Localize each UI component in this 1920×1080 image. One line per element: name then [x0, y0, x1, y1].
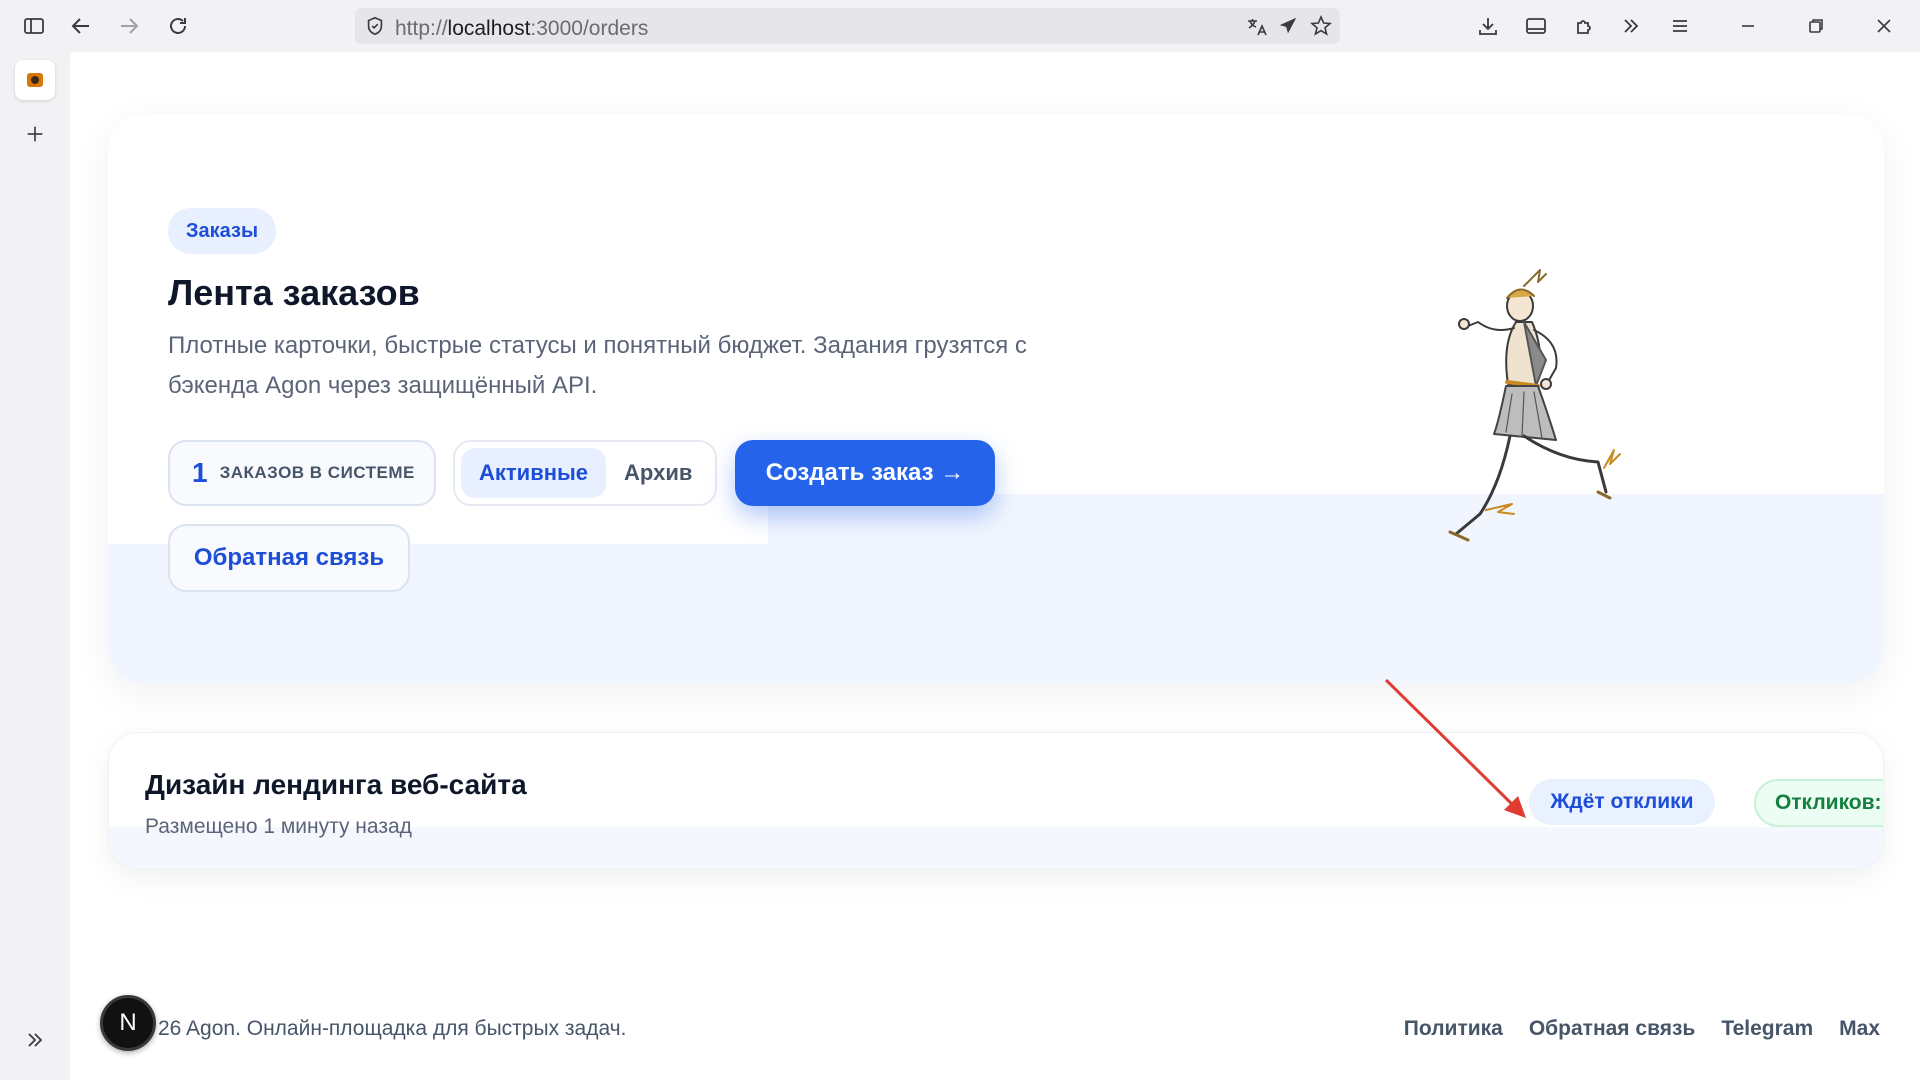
url-text[interactable]: http://localhost:3000/orders — [395, 17, 648, 41]
tab-active[interactable]: Активные — [461, 448, 607, 498]
translate-icon[interactable] — [1245, 15, 1269, 44]
orders-count: 1 — [192, 457, 208, 488]
active-tab-favicon[interactable] — [15, 60, 55, 100]
star-icon[interactable] — [1309, 14, 1333, 43]
order-card[interactable]: Дизайн лендинга веб-сайта Размещено 1 ми… — [108, 732, 1884, 870]
order-title[interactable]: Дизайн лендинга веб-сайта — [145, 769, 527, 801]
shield-icon[interactable] — [364, 15, 386, 42]
reader-view-icon[interactable] — [1520, 10, 1552, 42]
footer-link-policy[interactable]: Политика — [1404, 1017, 1503, 1041]
url-host: localhost — [447, 17, 531, 40]
page-subtitle: Плотные карточки, быстрые статусы и поня… — [168, 332, 1027, 399]
new-tab-plus-icon[interactable] — [19, 118, 51, 150]
feedback-button[interactable]: Обратная связь — [168, 524, 410, 592]
send-icon[interactable] — [1277, 15, 1299, 42]
order-posted-time: Размещено 1 минуту назад — [145, 815, 412, 838]
orders-filter-tabs: Активные Архив — [453, 440, 717, 506]
minimize-icon[interactable] — [1732, 10, 1764, 42]
menu-icon[interactable] — [1664, 10, 1696, 42]
section-tag: Заказы — [168, 208, 277, 254]
running-hermes-illustration — [1448, 269, 1621, 542]
footer-links: Политика Обратная связь Telegram Max — [1404, 1017, 1880, 1041]
footer-copyright: 26 Agon. Онлайн-площадка для быстрых зад… — [158, 1017, 627, 1040]
expand-sidebar-icon[interactable] — [19, 1024, 51, 1056]
browser-toolbar: http://localhost:3000/orders — [0, 0, 1920, 52]
url-path: :3000/orders — [530, 17, 649, 40]
extensions-icon[interactable] — [1569, 10, 1601, 42]
page-title: Лента заказов — [168, 272, 420, 313]
tab-archive[interactable]: Архив — [606, 448, 710, 498]
forward-icon[interactable] — [113, 10, 145, 42]
url-prefix: http:// — [395, 17, 448, 40]
footer-link-max[interactable]: Max — [1839, 1017, 1880, 1041]
order-responses-badge: Откликов: 0 — [1754, 779, 1883, 827]
create-order-button[interactable]: Создать заказ → — [735, 440, 995, 506]
overflow-chevrons-icon[interactable] — [1615, 10, 1647, 42]
back-icon[interactable] — [65, 10, 97, 42]
footer-link-feedback[interactable]: Обратная связь — [1529, 1017, 1695, 1041]
address-bar[interactable]: http://localhost:3000/orders — [355, 8, 1340, 44]
nextjs-dev-badge[interactable]: N — [100, 995, 156, 1051]
orders-count-pill: 1 ЗАКАЗОВ В СИСТЕМЕ — [168, 440, 436, 506]
annotation-arrow-icon — [1384, 678, 1526, 818]
hero-card: Заказы Лента заказов Плотные карточки, б… — [108, 114, 1884, 684]
footer-link-telegram[interactable]: Telegram — [1721, 1017, 1813, 1041]
download-icon[interactable] — [1472, 10, 1504, 42]
sidebar-toggle-icon[interactable] — [18, 10, 50, 42]
page-content: Заказы Лента заказов Плотные карточки, б… — [70, 52, 1920, 1080]
site-favicon-icon — [27, 73, 43, 87]
orders-count-label: ЗАКАЗОВ В СИСТЕМЕ — [219, 463, 415, 482]
close-window-icon[interactable] — [1868, 10, 1900, 42]
browser-sidebar — [0, 52, 70, 1080]
order-status-badge: Ждёт отклики — [1529, 779, 1715, 825]
reload-icon[interactable] — [162, 10, 194, 42]
restore-icon[interactable] — [1800, 10, 1832, 42]
